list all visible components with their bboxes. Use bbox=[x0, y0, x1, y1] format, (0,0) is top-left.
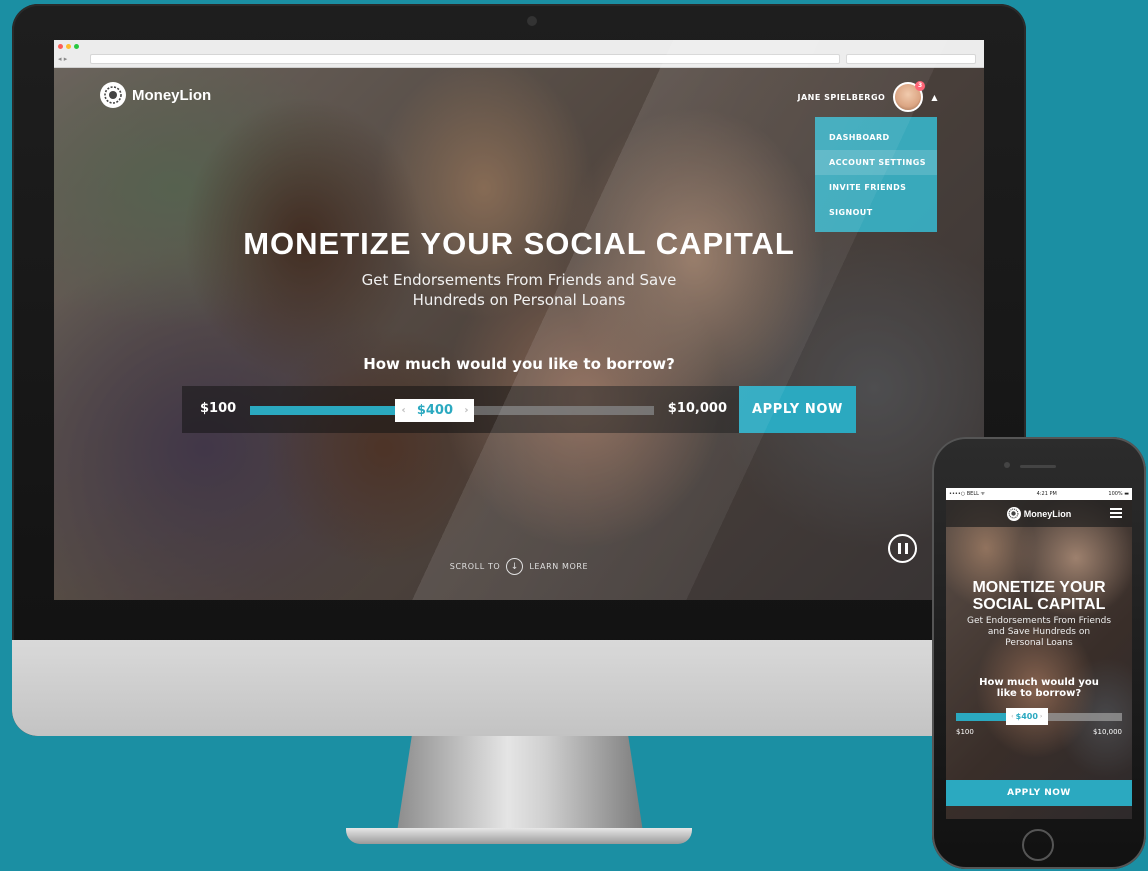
mobile-question-line-1: How much would you bbox=[979, 677, 1099, 688]
menu-item-invite-friends[interactable]: INVITE FRIENDS bbox=[815, 175, 937, 200]
scroll-to-text: SCROLL TO bbox=[449, 562, 501, 571]
url-bar[interactable] bbox=[90, 54, 840, 64]
mobile-headline-line-1: MONETIZE YOUR bbox=[972, 579, 1106, 596]
phone-home-button[interactable] bbox=[1022, 829, 1054, 861]
mobile-slider-min-label: $100 bbox=[956, 728, 974, 736]
arrow-down-circle-icon[interactable]: ↓ bbox=[506, 558, 524, 575]
caret-up-icon[interactable]: ▲ bbox=[931, 93, 938, 102]
close-window-button[interactable] bbox=[58, 44, 63, 49]
brand-name: MoneyLion bbox=[132, 86, 212, 104]
battery-status: 100% ▬ bbox=[1108, 491, 1129, 497]
mobile-subheadline-line-1: Get Endorsements From Friends bbox=[966, 616, 1112, 626]
status-time: 4:21 PM bbox=[1036, 491, 1057, 497]
hero-subheadline-line-1: Get Endorsements From Friends and Save bbox=[361, 271, 677, 289]
slider-fill bbox=[250, 406, 396, 415]
mobile-photo-overlay bbox=[946, 488, 1132, 819]
notification-badge: 3 bbox=[915, 81, 926, 91]
learn-more-text: LEARN MORE bbox=[529, 562, 589, 571]
carrier-signal: ••••○ BELL ᯤ bbox=[949, 491, 986, 497]
slider-min-label: $100 bbox=[200, 401, 237, 416]
user-dropdown-menu: DASHBOARD ACCOUNT SETTINGS INVITE FRIEND… bbox=[815, 117, 937, 232]
mobile-question-line-2: like to borrow? bbox=[996, 688, 1082, 699]
window-controls bbox=[58, 44, 79, 49]
brand-logo[interactable]: MoneyLion bbox=[100, 82, 211, 108]
borrow-question: How much would you like to borrow? bbox=[363, 355, 675, 373]
slider-max-label: $10,000 bbox=[667, 401, 727, 416]
hero-headline: MONETIZE YOUR SOCIAL CAPITAL bbox=[243, 226, 795, 261]
browser-search-bar[interactable] bbox=[846, 54, 976, 64]
maximize-window-button[interactable] bbox=[74, 44, 79, 49]
desktop-screen: ◂ ▸ MoneyLion JANE SPIELBERGO 3 ▲ DASHBO… bbox=[54, 40, 984, 600]
mobile-headline-line-2: SOCIAL CAPITAL bbox=[972, 596, 1106, 613]
mobile-status-bar: ••••○ BELL ᯤ 4:21 PM 100% ▬ bbox=[946, 488, 1132, 500]
browser-nav-arrows-icon[interactable]: ◂ ▸ bbox=[58, 55, 67, 63]
slider-value: $400 bbox=[416, 403, 454, 418]
mobile-loan-slider[interactable]: ‹ $400 › bbox=[956, 708, 1122, 725]
slider-thumb[interactable]: ‹ $400 › bbox=[395, 399, 475, 422]
mobile-nav-bar: MoneyLion bbox=[946, 500, 1132, 527]
lion-head-icon bbox=[100, 82, 126, 108]
apply-now-button[interactable]: APPLY NOW bbox=[739, 386, 856, 433]
hero-subheadline-line-2: Hundreds on Personal Loans bbox=[412, 291, 626, 309]
mobile-slider-thumb[interactable]: ‹ $400 › bbox=[1005, 708, 1048, 725]
monitor-stand-base bbox=[346, 828, 692, 844]
loan-amount-slider[interactable]: ‹ $400 › bbox=[250, 399, 654, 422]
loan-amount-slider-row: $100 ‹ $400 › $10,000 bbox=[182, 386, 739, 433]
menu-item-account-settings[interactable]: ACCOUNT SETTINGS bbox=[815, 150, 937, 175]
mobile-slider-value: $400 bbox=[1015, 712, 1038, 721]
mobile-subheadline-line-3: Personal Loans bbox=[1005, 638, 1073, 648]
pause-icon[interactable] bbox=[888, 534, 917, 563]
phone-camera-icon bbox=[1004, 462, 1010, 468]
user-name: JANE SPIELBERGO bbox=[797, 92, 886, 102]
monitor-stand bbox=[397, 736, 643, 832]
mobile-subheadline: Get Endorsements From Friends and Save H… bbox=[946, 616, 1132, 649]
mobile-borrow-question: How much would you like to borrow? bbox=[946, 677, 1132, 699]
mobile-phone: ••••○ BELL ᯤ 4:21 PM 100% ▬ MoneyLion MO… bbox=[932, 437, 1146, 869]
scroll-to-learn-more[interactable]: SCROLL TO ↓ LEARN MORE bbox=[54, 558, 984, 575]
chevron-right-icon: › bbox=[464, 405, 469, 416]
mobile-screen: ••••○ BELL ᯤ 4:21 PM 100% ▬ MoneyLion MO… bbox=[946, 488, 1132, 819]
hamburger-menu-icon[interactable] bbox=[1110, 508, 1122, 518]
menu-item-signout[interactable]: SIGNOUT bbox=[815, 200, 937, 225]
phone-speaker bbox=[1020, 465, 1056, 468]
mobile-brand-name[interactable]: MoneyLion bbox=[1024, 509, 1072, 519]
menu-item-dashboard[interactable]: DASHBOARD bbox=[815, 125, 937, 150]
mobile-slider-fill bbox=[956, 713, 1006, 721]
browser-toolbar: ◂ ▸ bbox=[54, 40, 984, 68]
lion-head-icon bbox=[1006, 506, 1021, 521]
minimize-window-button[interactable] bbox=[66, 44, 71, 49]
webcam-icon bbox=[527, 16, 537, 26]
mobile-apply-now-button[interactable]: APPLY NOW bbox=[946, 780, 1132, 806]
user-menu-toggle[interactable]: JANE SPIELBERGO 3 ▲ bbox=[797, 81, 938, 112]
hero-section: MoneyLion JANE SPIELBERGO 3 ▲ DASHBOARD … bbox=[54, 68, 984, 600]
chevron-right-icon: › bbox=[1039, 713, 1043, 720]
mobile-subheadline-line-2: and Save Hundreds on bbox=[987, 627, 1091, 637]
mobile-slider-max-label: $10,000 bbox=[1093, 728, 1122, 736]
mobile-headline: MONETIZE YOUR SOCIAL CAPITAL bbox=[946, 579, 1132, 613]
monitor-chin bbox=[12, 640, 1026, 736]
chevron-left-icon: ‹ bbox=[401, 405, 406, 416]
chevron-left-icon: ‹ bbox=[1011, 713, 1014, 720]
hero-subheadline: Get Endorsements From Friends and Save H… bbox=[54, 270, 984, 310]
user-avatar[interactable]: 3 bbox=[893, 81, 926, 112]
